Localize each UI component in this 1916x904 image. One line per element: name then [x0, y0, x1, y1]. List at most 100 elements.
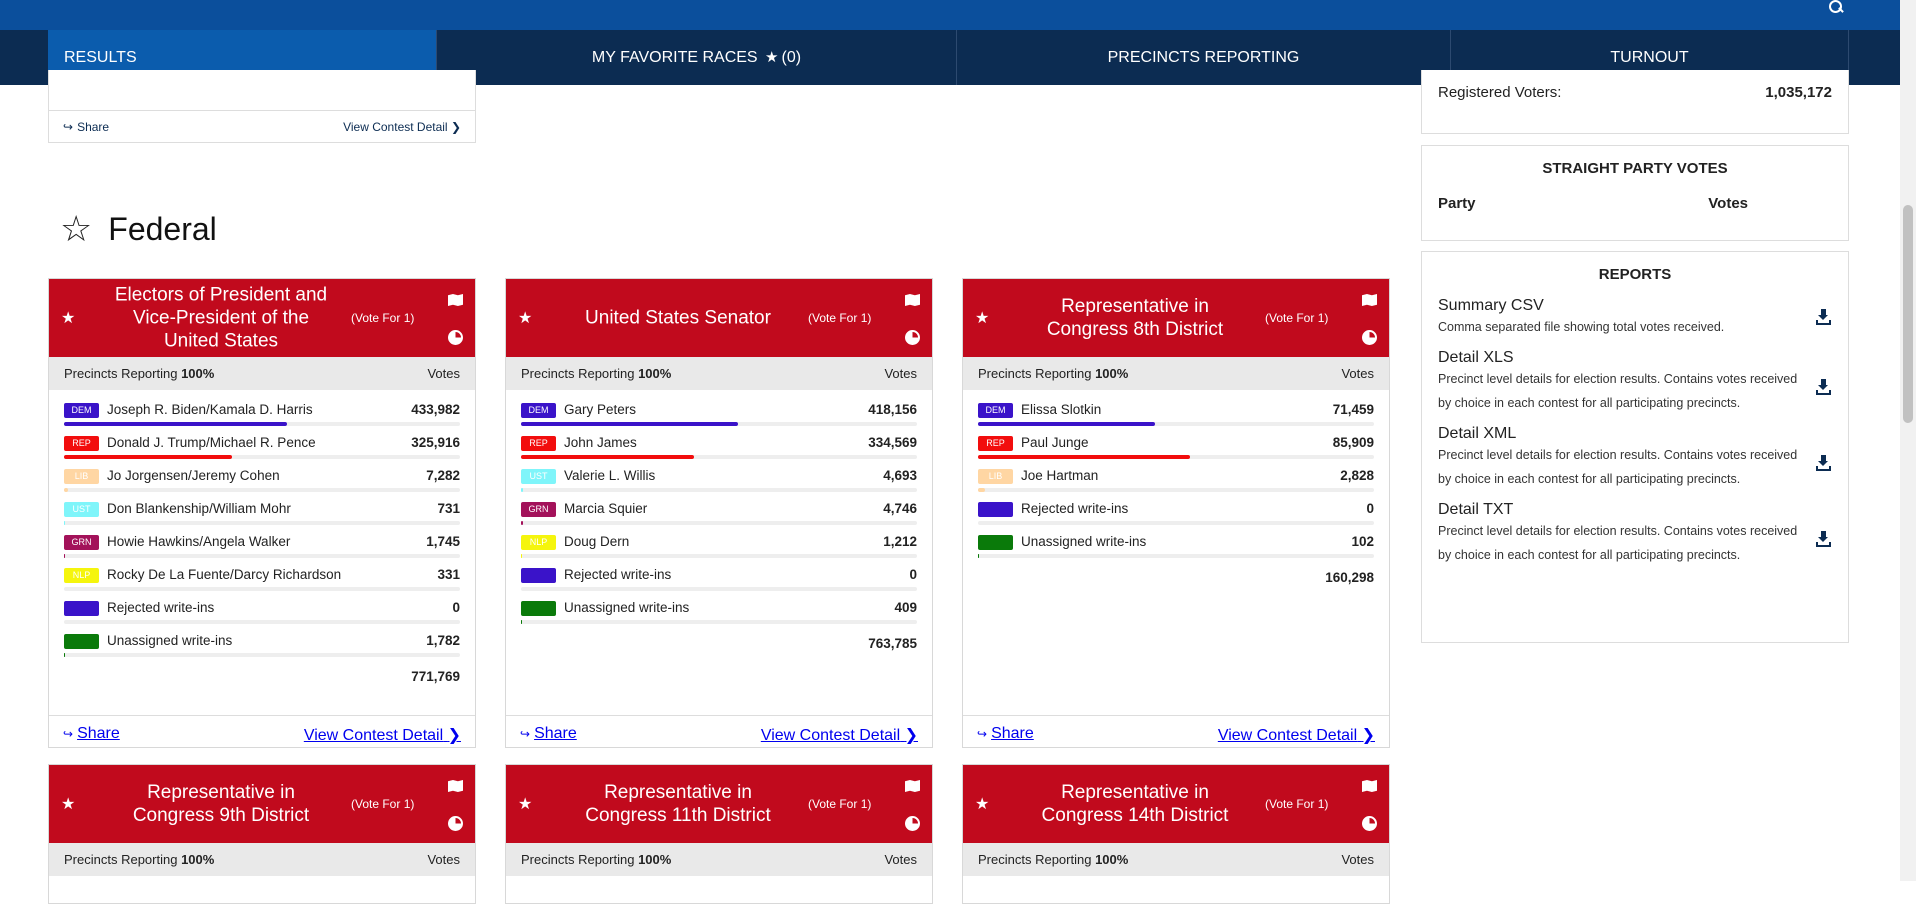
contest-header: ★ Electors of President and Vice-Preside… — [49, 279, 475, 357]
favorite-count: (0) — [782, 49, 802, 66]
turnout-summary: Registered Voters: 1,035,172 — [1421, 70, 1849, 134]
party-badge: NLP — [521, 535, 556, 550]
candidate-row: GRN Marcia Squier 4,746 — [521, 501, 917, 534]
registered-voters-label: Registered Voters: — [1438, 84, 1561, 101]
chevron-right-icon: ❯ — [1362, 727, 1375, 744]
vote-bar-track — [64, 455, 460, 459]
precincts-value: 100% — [638, 366, 671, 381]
star-outline-icon[interactable]: ☆ — [60, 208, 92, 250]
straight-party-title: STRAIGHT PARTY VOTES — [1422, 160, 1848, 177]
contest-title: Representative in Congress 8th District — [1021, 295, 1249, 341]
precincts-label: Precincts Reporting — [64, 366, 177, 381]
party-badge: DEM — [978, 403, 1013, 418]
vote-bar-track — [978, 554, 1374, 558]
star-icon: ★ — [765, 30, 778, 85]
party-badge — [978, 502, 1013, 517]
view-contest-detail-link[interactable]: View Contest Detail ❯ — [1218, 725, 1375, 745]
candidate-row: Unassigned write-ins 409 — [521, 600, 917, 633]
report-item: Detail XML Precinct level details for el… — [1422, 425, 1848, 491]
straight-party-panel: STRAIGHT PARTY VOTES Party Votes — [1421, 145, 1849, 241]
share-link[interactable]: ↪Share — [520, 725, 577, 743]
view-contest-detail-link[interactable]: View Contest Detail ❯ — [304, 725, 461, 745]
precincts-value: 100% — [638, 852, 671, 867]
contest-card: ★ Representative in Congress 9th Distric… — [48, 764, 476, 904]
pie-chart-icon[interactable] — [1362, 816, 1377, 831]
candidate-row: Rejected write-ins 0 — [64, 600, 460, 633]
share-link[interactable]: ↪Share — [63, 725, 120, 743]
precincts-subheader: Precincts Reporting 100% Votes — [506, 357, 932, 390]
vote-bar-track — [64, 620, 460, 624]
party-badge: REP — [521, 436, 556, 451]
map-icon[interactable] — [905, 779, 920, 793]
contest-header: ★ Representative in Congress 9th Distric… — [49, 765, 475, 843]
favorite-star-icon[interactable]: ★ — [975, 308, 989, 328]
card-footer: ↪Share View Contest Detail ❯ — [506, 715, 932, 747]
report-description: Precinct level details for election resu… — [1438, 443, 1798, 491]
report-item: Summary CSV Comma separated file showing… — [1422, 297, 1848, 339]
candidate-list: DEM Elissa Slotkin 71,459 REP Paul Junge… — [963, 390, 1389, 597]
candidate-votes: 102 — [1351, 534, 1374, 549]
vote-bar-fill — [978, 455, 1190, 459]
vote-bar-track — [521, 587, 917, 591]
pie-chart-icon[interactable] — [448, 330, 463, 345]
scrollbar[interactable] — [1900, 0, 1916, 881]
candidate-row: UST Don Blankenship/William Mohr 731 — [64, 501, 460, 534]
card-footer: ↪Share View Contest Detail ❯ — [963, 715, 1389, 747]
map-icon[interactable] — [448, 293, 463, 307]
votes-header: Votes — [1341, 366, 1374, 381]
candidate-row: LIB Jo Jorgensen/Jeremy Cohen 7,282 — [64, 468, 460, 501]
map-icon[interactable] — [905, 293, 920, 307]
precincts-subheader: Precincts Reporting 100% Votes — [963, 357, 1389, 390]
map-icon[interactable] — [1362, 779, 1377, 793]
share-link[interactable]: ↪Share — [977, 725, 1034, 743]
pie-chart-icon[interactable] — [905, 330, 920, 345]
candidate-votes: 0 — [452, 600, 460, 615]
view-contest-detail-link[interactable]: View Contest Detail ❯ — [761, 725, 918, 745]
scrollbar-thumb[interactable] — [1903, 205, 1913, 423]
view-contest-detail-link[interactable]: View Contest Detail ❯ — [343, 120, 461, 134]
previous-contest-card: ↪Share View Contest Detail ❯ — [48, 70, 476, 143]
search-icon[interactable] — [1828, 0, 1844, 14]
tab-favorite-races[interactable]: MY FAVORITE RACES ★(0) — [437, 30, 957, 85]
vote-bar-track — [978, 422, 1374, 426]
vote-bar-track — [64, 587, 460, 591]
map-icon[interactable] — [448, 779, 463, 793]
pie-chart-icon[interactable] — [1362, 330, 1377, 345]
favorite-star-icon[interactable]: ★ — [61, 308, 75, 328]
candidate-votes: 1,745 — [426, 534, 460, 549]
contest-title: United States Senator — [564, 307, 792, 330]
candidate-votes: 85,909 — [1333, 435, 1374, 450]
candidate-name: Joseph R. Biden/Kamala D. Harris — [107, 402, 313, 417]
reports-title: REPORTS — [1422, 266, 1848, 283]
favorite-star-icon[interactable]: ★ — [518, 308, 532, 328]
vote-bar-track — [64, 521, 460, 525]
vote-bar-fill — [64, 422, 287, 426]
precincts-value: 100% — [181, 366, 214, 381]
favorite-star-icon[interactable]: ★ — [975, 794, 989, 814]
vote-bar-track — [64, 422, 460, 426]
download-icon[interactable] — [1816, 309, 1832, 325]
favorite-star-icon[interactable]: ★ — [61, 794, 75, 814]
report-item: Detail TXT Precinct level details for el… — [1422, 501, 1848, 567]
pie-chart-icon[interactable] — [448, 816, 463, 831]
candidate-votes: 4,693 — [883, 468, 917, 483]
share-icon: ↪ — [63, 727, 73, 741]
favorite-star-icon[interactable]: ★ — [518, 794, 532, 814]
map-icon[interactable] — [1362, 293, 1377, 307]
total-votes: 160,298 — [978, 567, 1374, 597]
vote-bar-track — [978, 521, 1374, 525]
precincts-value: 100% — [181, 852, 214, 867]
candidate-name: Rejected write-ins — [564, 567, 671, 582]
contest-title: Representative in Congress 14th District — [1021, 781, 1249, 827]
download-icon[interactable] — [1816, 379, 1832, 395]
tab-precincts-reporting[interactable]: PRECINCTS REPORTING — [957, 30, 1451, 85]
share-link[interactable]: ↪Share — [63, 120, 109, 134]
vote-for-label: (Vote For 1) — [351, 311, 414, 325]
download-icon[interactable] — [1816, 531, 1832, 547]
candidate-name: Doug Dern — [564, 534, 629, 549]
download-icon[interactable] — [1816, 455, 1832, 471]
vote-bar-track — [521, 554, 917, 558]
pie-chart-icon[interactable] — [905, 816, 920, 831]
chevron-right-icon: ❯ — [905, 727, 918, 744]
party-badge: UST — [521, 469, 556, 484]
